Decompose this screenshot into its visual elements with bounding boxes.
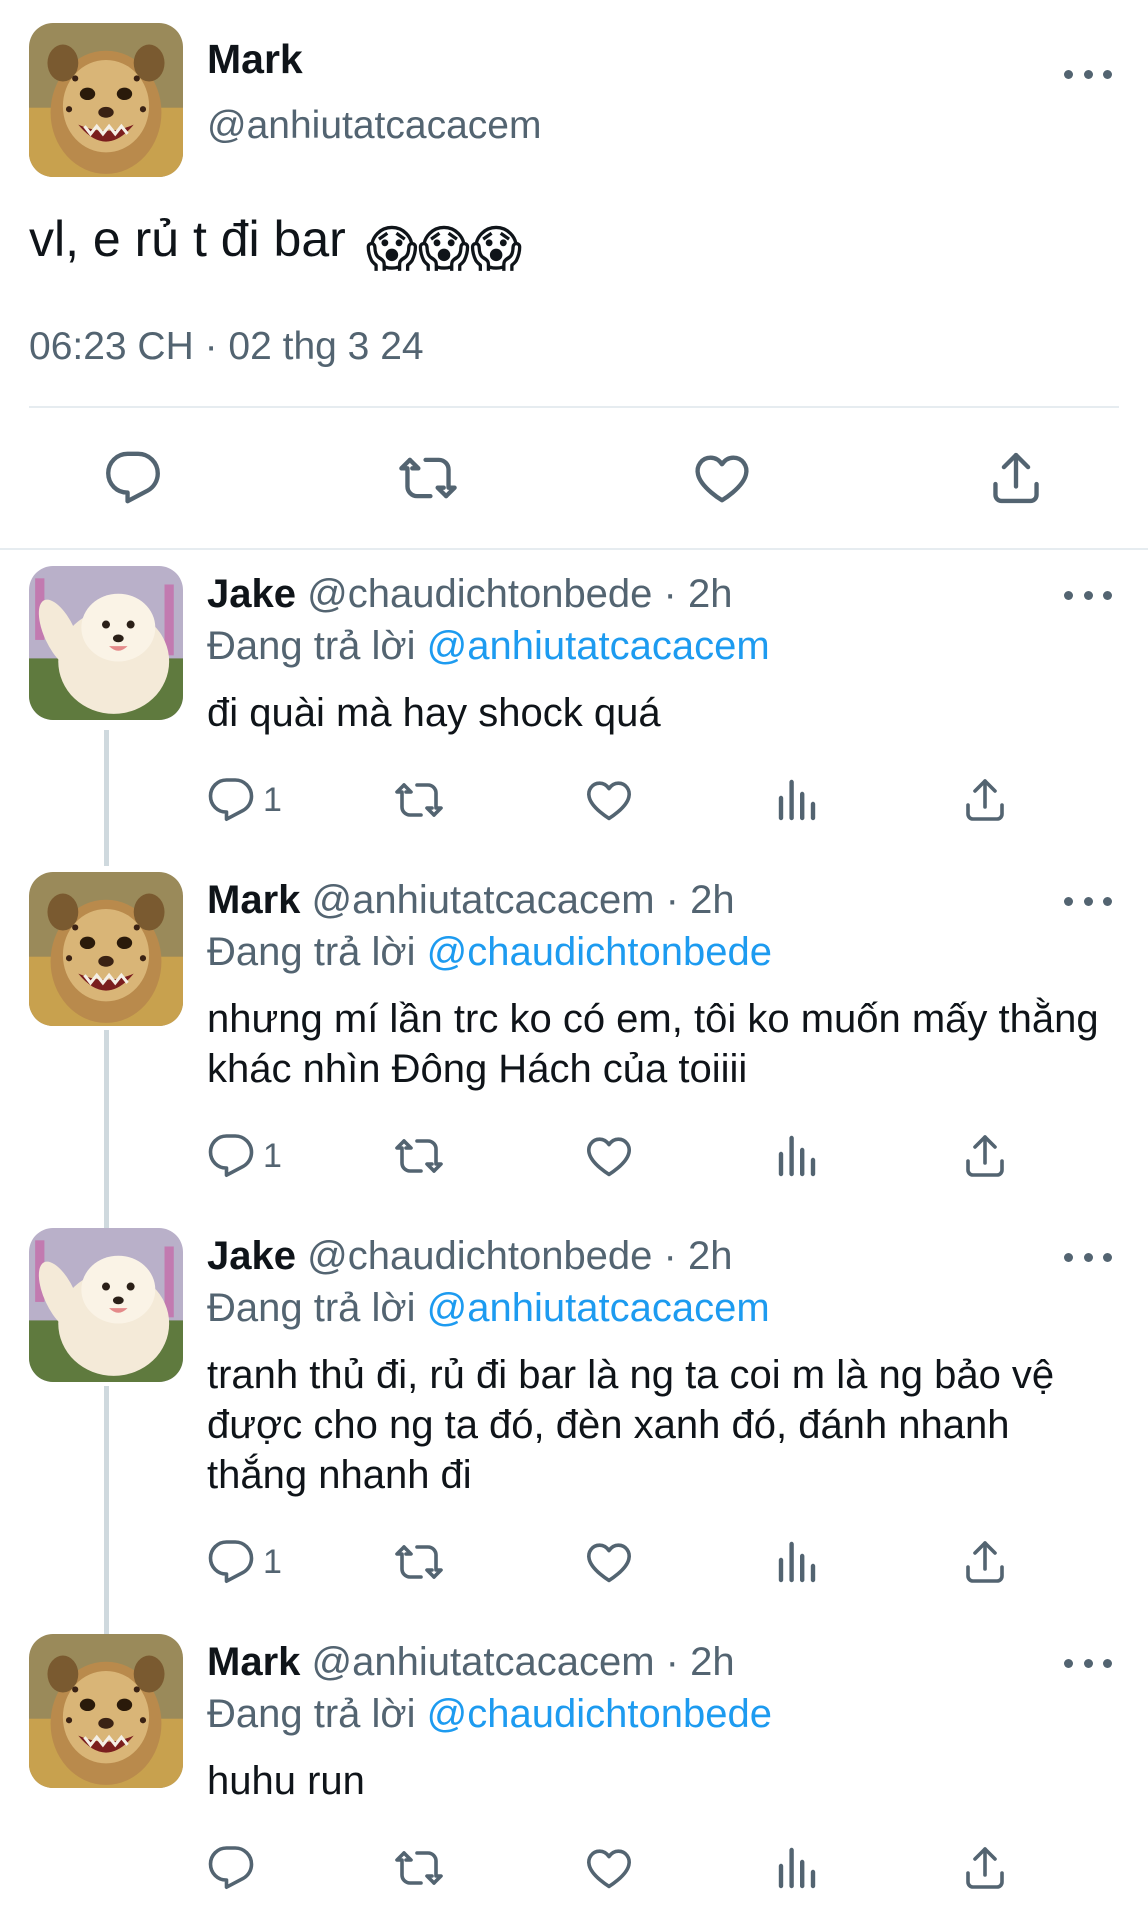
views-icon[interactable] (773, 1128, 821, 1184)
reply-tweet[interactable]: Mark @anhiutatcacacem · 2h Đang trả lời … (0, 872, 1148, 1202)
replying-to: Đang trả lời @anhiutatcacacem (207, 624, 770, 669)
author-handle-time[interactable]: @anhiutatcacacem · 2h (312, 878, 735, 922)
reply-text: huhu run (207, 1759, 365, 1803)
avatar[interactable] (29, 23, 183, 177)
replying-to: Đang trả lời @anhiutatcacacem (207, 1286, 770, 1331)
cheetah-avatar-image (29, 1634, 183, 1788)
cheetah-avatar-image (29, 23, 183, 177)
reply-icon[interactable]: 1 (207, 1128, 282, 1184)
retweet-icon[interactable] (395, 1128, 443, 1184)
like-icon[interactable] (684, 440, 760, 516)
avatar[interactable] (29, 1228, 183, 1382)
author-handle-time[interactable]: @anhiutatcacacem · 2h (312, 1640, 735, 1684)
reply-actions (207, 1840, 1067, 1896)
tweet-text-body: vl, e rủ t đi bar (29, 211, 346, 267)
reply-tweet[interactable]: Jake @chaudichtonbede · 2h Đang trả lời … (0, 1228, 1148, 1608)
author-name[interactable]: Mark (207, 36, 303, 83)
replying-to: Đang trả lời @chaudichtonbede (207, 1692, 772, 1737)
retweet-icon[interactable] (395, 1534, 443, 1590)
views-icon[interactable] (773, 1840, 821, 1896)
replying-prefix: Đang trả lời (207, 1286, 416, 1330)
mention-link[interactable]: @anhiutatcacacem (427, 1286, 770, 1330)
retweet-icon[interactable] (390, 440, 466, 516)
avatar[interactable] (29, 566, 183, 720)
reply-tweet[interactable]: Jake @chaudichtonbede · 2h Đang trả lời … (0, 566, 1148, 836)
divider (0, 548, 1148, 550)
reply-actions: 1 (207, 1128, 1067, 1184)
mention-link[interactable]: @chaudichtonbede (427, 1692, 772, 1736)
reply-text: đi quài mà hay shock quá (207, 691, 661, 735)
reply-header: Jake @chaudichtonbede · 2h (207, 1234, 732, 1279)
author-name[interactable]: Mark (207, 1640, 300, 1684)
author-name[interactable]: Jake (207, 1234, 296, 1278)
reply-header: Mark @anhiutatcacacem · 2h (207, 1640, 735, 1685)
reply-count: 1 (263, 780, 282, 819)
more-icon[interactable] (1064, 894, 1112, 908)
main-tweet: Mark @anhiutatcacacem vl, e rủ t đi bar … (0, 0, 1148, 550)
reply-header: Mark @anhiutatcacacem · 2h (207, 878, 735, 923)
retweet-icon[interactable] (395, 1840, 443, 1896)
divider (29, 406, 1119, 408)
replying-to: Đang trả lời @chaudichtonbede (207, 930, 772, 975)
reply-icon[interactable] (207, 1840, 263, 1896)
reply-actions: 1 (207, 1534, 1067, 1590)
avatar[interactable] (29, 872, 183, 1026)
mention-link[interactable]: @anhiutatcacacem (427, 624, 770, 668)
author-handle-time[interactable]: @chaudichtonbede · 2h (307, 572, 732, 616)
like-icon[interactable] (585, 1128, 633, 1184)
share-icon[interactable] (978, 440, 1054, 516)
reply-header: Jake @chaudichtonbede · 2h (207, 572, 732, 617)
like-icon[interactable] (585, 1534, 633, 1590)
like-icon[interactable] (585, 1840, 633, 1896)
retweet-icon[interactable] (395, 772, 443, 828)
reply-count: 1 (263, 1542, 282, 1581)
reply-text: nhưng mí lần trc ko có em, tôi ko muốn m… (207, 997, 1099, 1091)
views-icon[interactable] (773, 772, 821, 828)
replying-prefix: Đang trả lời (207, 930, 416, 974)
author-handle-time[interactable]: @chaudichtonbede · 2h (307, 1234, 732, 1278)
reply-count: 1 (263, 1136, 282, 1175)
author-name[interactable]: Mark (207, 878, 300, 922)
replying-prefix: Đang trả lời (207, 1692, 416, 1736)
reply-icon[interactable]: 1 (207, 772, 282, 828)
reply-tweet[interactable]: Mark @anhiutatcacacem · 2h Đang trả lời … (0, 1634, 1148, 1914)
more-icon[interactable] (1064, 588, 1112, 602)
reply-text: tranh thủ đi, rủ đi bar là ng ta coi m l… (207, 1353, 1055, 1497)
dog-avatar-image (29, 566, 183, 720)
reply-icon[interactable] (95, 440, 171, 516)
share-icon[interactable] (961, 772, 1009, 828)
more-icon[interactable] (1064, 1250, 1112, 1264)
avatar[interactable] (29, 1634, 183, 1788)
emoji-group: 😱😱😱 (365, 221, 523, 277)
views-icon[interactable] (773, 1534, 821, 1590)
tweet-text: vl, e rủ t đi bar 😱😱😱 (29, 210, 522, 278)
more-icon[interactable] (1064, 67, 1112, 81)
share-icon[interactable] (961, 1840, 1009, 1896)
replying-prefix: Đang trả lời (207, 624, 416, 668)
share-icon[interactable] (961, 1534, 1009, 1590)
tweet-timestamp[interactable]: 06:23 CH · 02 thg 3 24 (29, 325, 424, 369)
author-handle[interactable]: @anhiutatcacacem (207, 104, 541, 148)
like-icon[interactable] (585, 772, 633, 828)
reply-icon[interactable]: 1 (207, 1534, 282, 1590)
reply-actions: 1 (207, 772, 1067, 828)
cheetah-avatar-image (29, 872, 183, 1026)
author-name[interactable]: Jake (207, 572, 296, 616)
more-icon[interactable] (1064, 1656, 1112, 1670)
mention-link[interactable]: @chaudichtonbede (427, 930, 772, 974)
share-icon[interactable] (961, 1128, 1009, 1184)
dog-avatar-image (29, 1228, 183, 1382)
tweet-actions (0, 440, 1148, 516)
